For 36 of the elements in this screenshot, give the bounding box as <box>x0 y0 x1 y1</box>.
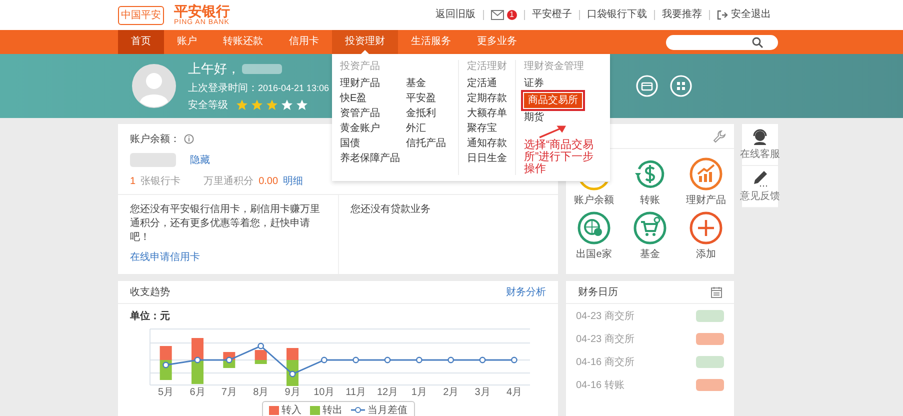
points-value: 0.00 <box>258 176 278 186</box>
menu-group-title: 投资产品 <box>340 60 381 74</box>
card-title: 财务日历 <box>578 286 618 299</box>
last-login-time: 2016-04-21 13:06 <box>258 83 330 93</box>
card-label: 张银行卡 <box>140 174 181 188</box>
security-label: 安全等级 <box>188 98 228 112</box>
legend-label: 当月差值 <box>368 404 408 416</box>
menu-group-title: 理财资金管理 <box>524 60 585 74</box>
message-count: 1 <box>506 10 517 20</box>
legend-label: 转出 <box>322 404 342 416</box>
card-count: 1 <box>130 176 136 186</box>
axis-label: 2月 <box>442 387 460 399</box>
greeting: 上午好， <box>188 60 240 78</box>
axis-label: 6月 <box>188 387 206 399</box>
axis-label: 11月 <box>344 387 368 399</box>
axis-label: 12月 <box>376 387 400 399</box>
axis-label: 5月 <box>157 387 175 399</box>
logo-mark: 中国平安 <box>118 6 164 24</box>
brand-name: 平安银行 <box>174 4 230 18</box>
axis-label: 10月 <box>312 387 336 399</box>
loan-message: 您还没有贷款业务 <box>350 203 430 217</box>
menu-group-title: 定活理财 <box>467 60 507 74</box>
last-login-label: 上次登录时间： <box>188 82 258 95</box>
card-title: 收支趋势 <box>130 286 170 299</box>
axis-label: 3月 <box>474 387 492 399</box>
axis-label: 9月 <box>284 387 302 399</box>
axis-label: 7月 <box>220 387 238 399</box>
credit-card-message: 您还没有平安银行信用卡，刷信用卡赚万里通积分，还有更多优惠等着您，赶快申请吧！ <box>130 203 321 245</box>
legend-label: 转入 <box>282 404 302 416</box>
axis-label: 4月 <box>505 387 523 399</box>
balance-label: 账户余额： <box>130 132 180 146</box>
points-label: 万里通积分 <box>204 174 254 188</box>
annotation-text: 选择“商品交易所”进行下一步操作 <box>524 139 595 175</box>
unit-label: 单位：元 <box>130 310 171 323</box>
axis-label: 8月 <box>252 387 270 399</box>
axis-label: 1月 <box>410 387 428 399</box>
